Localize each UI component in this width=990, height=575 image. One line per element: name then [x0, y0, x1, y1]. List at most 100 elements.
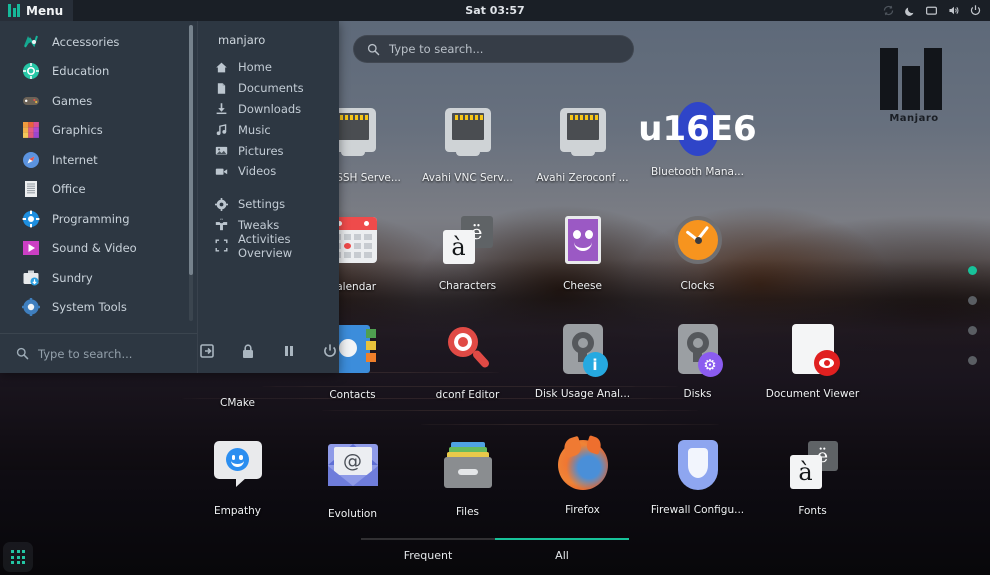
- menu-category-office[interactable]: Office: [0, 175, 197, 205]
- menu-category-label: Sound & Video: [52, 241, 137, 256]
- menu-button[interactable]: Menu: [0, 0, 74, 21]
- programming-icon: [22, 210, 40, 228]
- menu-places-column: manjaro Home Documents Downloads Music P…: [197, 21, 339, 373]
- menu-category-list[interactable]: Accessories Education Games Graphics Int…: [0, 21, 197, 333]
- power-icon[interactable]: [321, 342, 339, 360]
- menu-item-label: Tweaks: [238, 217, 280, 232]
- power-icon[interactable]: [969, 4, 982, 17]
- app-item-evolution[interactable]: @ Evolution: [295, 437, 410, 520]
- menu-item-settings[interactable]: Settings: [198, 194, 339, 215]
- app-label: Document Viewer: [765, 388, 860, 400]
- app-item-characters[interactable]: ëà Characters: [410, 212, 525, 293]
- manjaro-logo-icon: [8, 4, 20, 17]
- app-label: Bluetooth Mana...: [651, 166, 744, 178]
- clocks-icon: [670, 216, 726, 272]
- app-item-cheese[interactable]: Cheese: [525, 212, 640, 293]
- firefox-icon: [555, 440, 611, 496]
- app-item-dconf-editor[interactable]: dconf Editor: [410, 321, 525, 409]
- app-label: Evolution: [328, 508, 377, 520]
- app-item-avahi-vnc-server[interactable]: Avahi VNC Serv...: [410, 101, 525, 184]
- place-item-videos[interactable]: Videos: [198, 161, 339, 182]
- menu-category-label: Programming: [52, 211, 130, 226]
- view-selector: Frequent All: [0, 538, 990, 562]
- menu-category-sundry[interactable]: Sundry: [0, 263, 197, 293]
- page-dot-4[interactable]: [968, 356, 977, 365]
- ethernet-icon: [555, 108, 611, 164]
- app-label: Disks: [683, 388, 712, 400]
- app-item-fonts[interactable]: ëà Fonts: [755, 437, 870, 520]
- app-item-document-viewer[interactable]: Document Viewer: [755, 321, 870, 409]
- education-icon: [22, 62, 40, 80]
- ethernet-icon: [440, 108, 496, 164]
- app-item-empty-2: [755, 212, 870, 293]
- lock-icon[interactable]: [239, 342, 257, 360]
- menu-search-placeholder: Type to search...: [38, 346, 133, 361]
- app-item-disk-usage-analyzer[interactable]: i Disk Usage Anal...: [525, 321, 640, 409]
- page-indicator[interactable]: [968, 266, 977, 365]
- clock[interactable]: Sat 03:57: [0, 4, 990, 17]
- logout-icon[interactable]: [198, 342, 216, 360]
- place-label: Home: [238, 60, 272, 75]
- place-item-documents[interactable]: Documents: [198, 78, 339, 99]
- menu-category-sound-video[interactable]: Sound & Video: [0, 234, 197, 264]
- menu-category-accessories[interactable]: Accessories: [0, 27, 197, 57]
- app-label: Firefox: [565, 504, 600, 516]
- place-item-home[interactable]: Home: [198, 57, 339, 78]
- menu-category-label: Education: [52, 64, 110, 79]
- overview-search-input[interactable]: Type to search...: [353, 35, 634, 63]
- fonts-icon: ëà: [785, 441, 841, 497]
- page-dot-2[interactable]: [968, 296, 977, 305]
- app-item-firewall-configuration[interactable]: Firewall Configu...: [640, 437, 755, 520]
- disks-icon: ⚙: [670, 324, 726, 380]
- page-dot-3[interactable]: [968, 326, 977, 335]
- app-item-bluetooth-manager[interactable]: Bluetooth Mana...: [640, 101, 755, 184]
- place-label: Pictures: [238, 143, 284, 158]
- app-label: Empathy: [214, 505, 261, 517]
- menu-category-system-tools[interactable]: System Tools: [0, 293, 197, 323]
- page-dot-1[interactable]: [968, 266, 977, 275]
- app-item-files[interactable]: Files: [410, 437, 525, 520]
- place-item-pictures[interactable]: Pictures: [198, 140, 339, 161]
- files-icon: [440, 442, 496, 498]
- sundry-icon: [22, 269, 40, 287]
- menu-category-graphics[interactable]: Graphics: [0, 116, 197, 146]
- volume-icon[interactable]: [947, 4, 960, 17]
- sound-video-icon: [22, 239, 40, 257]
- internet-icon: [22, 151, 40, 169]
- system-tools-icon: [22, 298, 40, 317]
- menu-category-programming[interactable]: Programming: [0, 204, 197, 234]
- app-label: CMake: [220, 397, 255, 409]
- tab-frequent[interactable]: Frequent: [361, 538, 495, 562]
- night-light-icon[interactable]: [904, 5, 916, 17]
- app-item-avahi-zeroconf[interactable]: Avahi Zeroconf ...: [525, 101, 640, 184]
- app-item-clocks[interactable]: Clocks: [640, 212, 755, 293]
- display-icon[interactable]: [925, 4, 938, 17]
- app-item-empathy[interactable]: Empathy: [180, 437, 295, 520]
- category-scrollbar[interactable]: [189, 25, 193, 321]
- category-scrollbar-thumb[interactable]: [189, 25, 193, 275]
- menu-category-education[interactable]: Education: [0, 57, 197, 87]
- place-item-downloads[interactable]: Downloads: [198, 99, 339, 120]
- suspend-icon[interactable]: [280, 342, 298, 360]
- menu-category-internet[interactable]: Internet: [0, 145, 197, 175]
- place-item-music[interactable]: Music: [198, 119, 339, 140]
- application-menu-panel: Accessories Education Games Graphics Int…: [0, 21, 339, 373]
- app-label: Characters: [438, 280, 497, 292]
- app-item-disks[interactable]: ⚙ Disks: [640, 321, 755, 409]
- bluetooth-icon: [670, 102, 726, 158]
- app-item-firefox[interactable]: Firefox: [525, 437, 640, 520]
- sync-icon[interactable]: [882, 4, 895, 17]
- menu-item-activities-overview[interactable]: Activities Overview: [198, 232, 339, 260]
- app-label: Cheese: [563, 280, 602, 292]
- place-label: Music: [238, 122, 271, 137]
- tweaks-icon: [215, 218, 228, 231]
- menu-category-games[interactable]: Games: [0, 86, 197, 116]
- menu-category-label: Accessories: [52, 34, 120, 49]
- system-tray: [882, 0, 982, 21]
- tab-all[interactable]: All: [495, 538, 629, 562]
- place-label: Videos: [238, 164, 277, 179]
- show-applications-button[interactable]: [3, 542, 33, 572]
- menu-category-label: Graphics: [52, 123, 103, 138]
- app-label: Disk Usage Anal...: [534, 388, 631, 400]
- menu-search-input[interactable]: Type to search...: [0, 333, 197, 373]
